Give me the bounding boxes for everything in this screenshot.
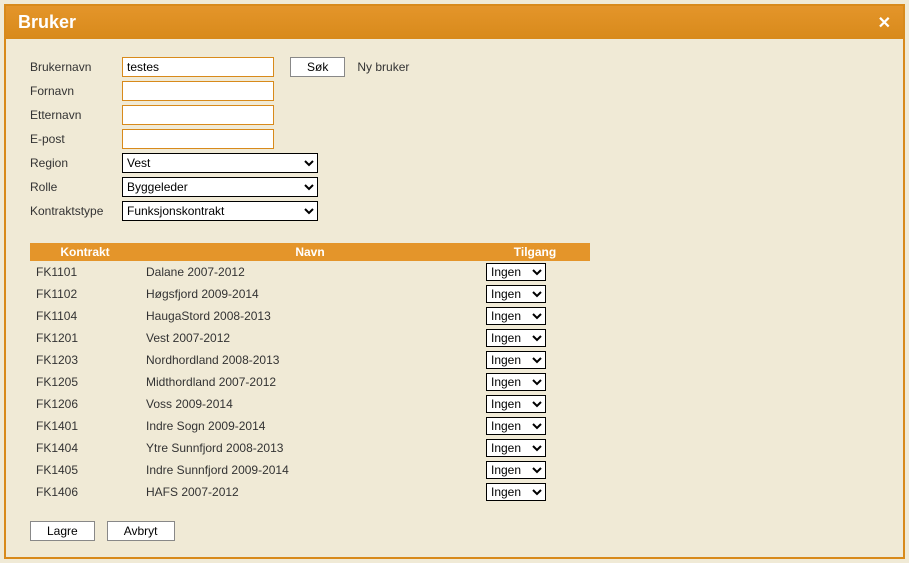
cell-navn: HaugaStord 2008-2013 [140,305,480,327]
region-label: Region [30,156,116,170]
th-kontrakt: Kontrakt [30,243,140,261]
cell-navn: Indre Sogn 2009-2014 [140,415,480,437]
sok-button[interactable]: Søk [290,57,345,77]
table-row: FK1201Vest 2007-2012 Ingen [30,327,590,349]
etternavn-input[interactable] [122,105,274,125]
tilgang-select[interactable]: Ingen [486,483,546,501]
cell-navn: HAFS 2007-2012 [140,481,480,503]
table-row: FK1205Midthordland 2007-2012 Ingen [30,371,590,393]
cell-kontrakt: FK1404 [30,437,140,459]
cell-tilgang: Ingen [480,393,590,415]
cell-tilgang: Ingen [480,459,590,481]
cell-navn: Nordhordland 2008-2013 [140,349,480,371]
cell-navn: Voss 2009-2014 [140,393,480,415]
th-navn: Navn [140,243,480,261]
cell-kontrakt: FK1406 [30,481,140,503]
cell-navn: Dalane 2007-2012 [140,261,480,283]
user-dialog: Bruker ✕ Brukernavn Søk Ny bruker Fornav… [4,4,905,559]
dialog-header: Bruker ✕ [6,6,903,39]
cell-tilgang: Ingen [480,481,590,503]
table-row: FK1406HAFS 2007-2012 Ingen [30,481,590,503]
cell-navn: Indre Sunnfjord 2009-2014 [140,459,480,481]
rolle-label: Rolle [30,180,116,194]
dialog-title: Bruker [18,12,76,33]
brukernavn-label: Brukernavn [30,60,116,74]
epost-input[interactable] [122,129,274,149]
kontraktstype-select[interactable]: Funksjonskontrakt [122,201,318,221]
cell-kontrakt: FK1401 [30,415,140,437]
kontraktstype-label: Kontraktstype [30,204,116,218]
tilgang-select[interactable]: Ingen [486,285,546,303]
cell-tilgang: Ingen [480,415,590,437]
close-icon[interactable]: ✕ [878,13,891,33]
cell-kontrakt: FK1203 [30,349,140,371]
cell-kontrakt: FK1201 [30,327,140,349]
cell-navn: Midthordland 2007-2012 [140,371,480,393]
cell-tilgang: Ingen [480,349,590,371]
avbryt-button[interactable]: Avbryt [107,521,175,541]
tilgang-select[interactable]: Ingen [486,373,546,391]
cell-kontrakt: FK1405 [30,459,140,481]
tilgang-select[interactable]: Ingen [486,307,546,325]
dialog-body: Brukernavn Søk Ny bruker Fornavn Etterna… [6,39,903,557]
cell-tilgang: Ingen [480,371,590,393]
etternavn-label: Etternavn [30,108,116,122]
table-row: FK1404Ytre Sunnfjord 2008-2013 Ingen [30,437,590,459]
region-select[interactable]: Vest [122,153,318,173]
brukernavn-input[interactable] [122,57,274,77]
fornavn-label: Fornavn [30,84,116,98]
cell-navn: Vest 2007-2012 [140,327,480,349]
cell-kontrakt: FK1206 [30,393,140,415]
table-row: FK1401Indre Sogn 2009-2014 Ingen [30,415,590,437]
cell-tilgang: Ingen [480,261,590,283]
cell-kontrakt: FK1104 [30,305,140,327]
lagre-button[interactable]: Lagre [30,521,95,541]
cell-tilgang: Ingen [480,305,590,327]
tilgang-select[interactable]: Ingen [486,329,546,347]
table-row: FK1102Høgsfjord 2009-2014 Ingen [30,283,590,305]
table-row: FK1104HaugaStord 2008-2013 Ingen [30,305,590,327]
table-row: FK1101Dalane 2007-2012 Ingen [30,261,590,283]
cell-kontrakt: FK1102 [30,283,140,305]
cell-tilgang: Ingen [480,283,590,305]
cell-kontrakt: FK1101 [30,261,140,283]
th-tilgang: Tilgang [480,243,590,261]
tilgang-select[interactable]: Ingen [486,351,546,369]
epost-label: E-post [30,132,116,146]
contracts-table: Kontrakt Navn Tilgang FK1101Dalane 2007-… [30,243,590,503]
tilgang-select[interactable]: Ingen [486,417,546,435]
table-row: FK1206Voss 2009-2014 Ingen [30,393,590,415]
tilgang-select[interactable]: Ingen [486,461,546,479]
cell-navn: Ytre Sunnfjord 2008-2013 [140,437,480,459]
table-row: FK1203Nordhordland 2008-2013 Ingen [30,349,590,371]
rolle-select[interactable]: Byggeleder [122,177,318,197]
table-row: FK1405Indre Sunnfjord 2009-2014 Ingen [30,459,590,481]
tilgang-select[interactable]: Ingen [486,395,546,413]
fornavn-input[interactable] [122,81,274,101]
cell-tilgang: Ingen [480,437,590,459]
cell-tilgang: Ingen [480,327,590,349]
ny-bruker-link[interactable]: Ny bruker [357,60,409,74]
tilgang-select[interactable]: Ingen [486,263,546,281]
tilgang-select[interactable]: Ingen [486,439,546,457]
cell-navn: Høgsfjord 2009-2014 [140,283,480,305]
cell-kontrakt: FK1205 [30,371,140,393]
